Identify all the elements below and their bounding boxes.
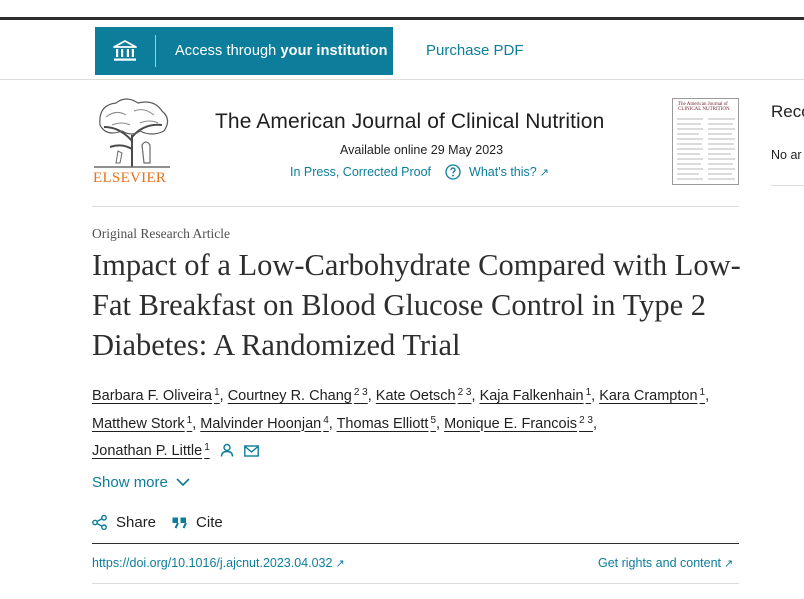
cover-title: The American Journal of CLINICAL NUTRITI…: [678, 102, 730, 112]
top-border: [0, 17, 804, 20]
external-link-icon: ↗: [335, 558, 345, 570]
external-link-icon: ↗: [724, 558, 734, 570]
access-institution-button[interactable]: Access through your institution: [95, 27, 393, 75]
article-type: Original Research Article: [92, 226, 230, 241]
cite-button[interactable]: Cite: [172, 514, 223, 531]
journal-header-divider: [92, 206, 739, 207]
rights-link[interactable]: Get rights and content ↗: [598, 556, 733, 570]
share-label: Share: [116, 514, 157, 531]
author-link[interactable]: Courtney R. Chang 2 3: [228, 387, 368, 404]
question-circle-icon[interactable]: [445, 164, 461, 180]
author-link[interactable]: Jonathan P. Little 1: [92, 442, 210, 459]
whats-this-link[interactable]: What's this? ↗: [469, 165, 549, 179]
author-link[interactable]: Malvinder Hoonjan 4: [200, 415, 328, 432]
share-button[interactable]: Share: [92, 514, 156, 531]
show-more-label: Show more: [92, 474, 168, 491]
header-divider: [0, 79, 804, 80]
show-more-button[interactable]: Show more: [92, 474, 190, 491]
institution-icon: [95, 27, 155, 75]
author-link[interactable]: Matthew Stork 1: [92, 415, 192, 432]
author-link[interactable]: Barbara F. Oliveira 1: [92, 387, 220, 404]
quote-icon: [172, 517, 187, 528]
journal-cover-thumbnail[interactable]: The American Journal of CLINICAL NUTRITI…: [672, 98, 739, 185]
cite-label: Cite: [196, 514, 223, 531]
publisher-name: ELSEVIER: [93, 170, 167, 186]
doi-divider: [92, 543, 739, 544]
article-title: Impact of a Low-Carbohydrate Compared wi…: [92, 248, 741, 362]
author-link[interactable]: Kate Oetsch 2 3: [376, 387, 472, 404]
access-label: Access through your institution: [175, 43, 388, 59]
article-status-row: In Press, Corrected Proof What's this? ↗: [290, 164, 549, 180]
available-online-date: Available online 29 May 2023: [340, 143, 504, 157]
article-status: In Press, Corrected Proof: [290, 165, 432, 179]
author-link[interactable]: Monique E. Francois 2 3: [444, 415, 593, 432]
doi-link[interactable]: https://doi.org/10.1016/j.ajcnut.2023.04…: [92, 556, 345, 570]
share-icon: [92, 515, 107, 530]
person-icon[interactable]: [220, 441, 234, 466]
recommended-articles-heading: Reco: [771, 102, 804, 121]
author-link[interactable]: Thomas Elliott 5: [337, 415, 436, 432]
author-link[interactable]: Kara Crampton 1: [599, 387, 705, 404]
chevron-down-icon: [176, 478, 190, 487]
bottom-divider: [92, 583, 739, 584]
recommended-articles-note: No ar: [771, 148, 802, 162]
author-link[interactable]: Kaja Falkenhain 1: [480, 387, 592, 404]
journal-title[interactable]: The American Journal of Clinical Nutriti…: [215, 110, 604, 134]
author-list: Barbara F. Oliveira 1, Courtney R. Chang 2…: [92, 381, 742, 466]
cover-contents-lines: [677, 118, 735, 180]
envelope-icon[interactable]: [243, 441, 259, 466]
purchase-pdf-link[interactable]: Purchase PDF: [426, 42, 524, 59]
article-actions: Share Cite: [92, 514, 223, 531]
external-link-icon: ↗: [539, 167, 549, 179]
sidebar-divider: [771, 185, 804, 186]
